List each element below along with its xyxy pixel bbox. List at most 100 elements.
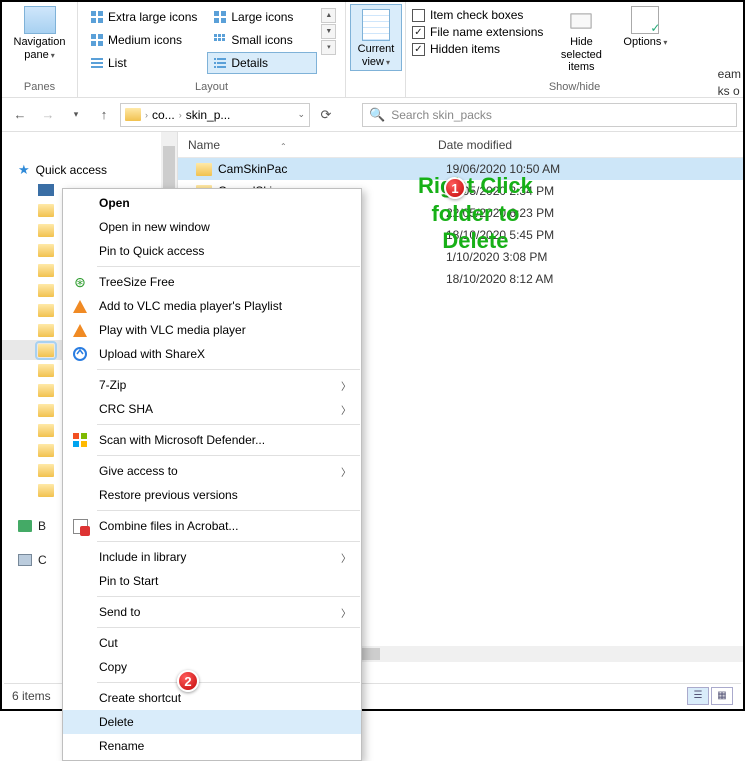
folder-icon: [38, 464, 54, 477]
refresh-button[interactable]: ⟳: [314, 103, 338, 127]
navigation-pane-button[interactable]: Navigation pane: [10, 6, 70, 61]
context-menu-separator: [97, 266, 360, 267]
chevron-down-icon[interactable]: ⌄: [297, 109, 305, 120]
layout-scroll-down[interactable]: ▼: [321, 24, 336, 39]
folder-icon: [38, 344, 54, 357]
background-text: eam ks o: [718, 66, 741, 100]
context-menu-item[interactable]: Rename: [63, 734, 361, 758]
view-details-toggle[interactable]: ☰: [687, 687, 709, 705]
layout-expand[interactable]: ▾: [321, 40, 336, 55]
layout-scroll-up[interactable]: ▲: [321, 8, 336, 23]
context-menu-item[interactable]: Upload with ShareX: [63, 342, 361, 366]
chevron-right-icon: 〉: [341, 464, 351, 479]
context-menu: OpenOpen in new windowPin to Quick acces…: [62, 188, 362, 761]
context-menu-item[interactable]: Play with VLC media player: [63, 318, 361, 342]
context-menu-item[interactable]: ⊛TreeSize Free: [63, 270, 361, 294]
context-menu-item[interactable]: Create shortcut: [63, 686, 361, 710]
ribbon-group-panes: Navigation pane Panes: [2, 2, 78, 97]
folder-icon: [38, 324, 54, 337]
folder-icon: [38, 284, 54, 297]
grid-icon: [90, 10, 104, 24]
check-hidden-items[interactable]: ✓Hidden items: [412, 42, 543, 56]
check-item-checkboxes[interactable]: Item check boxes: [412, 8, 543, 22]
folder-icon: [196, 163, 212, 176]
column-date-modified[interactable]: Date modified: [438, 138, 512, 152]
grid-icon: [90, 33, 104, 47]
ribbon: Navigation pane Panes Extra large icons …: [2, 2, 743, 98]
context-menu-item[interactable]: Cut: [63, 631, 361, 655]
column-name[interactable]: Name⌃: [188, 138, 438, 152]
context-menu-separator: [97, 510, 360, 511]
context-menu-item[interactable]: Delete: [63, 710, 361, 734]
back-button[interactable]: ←: [8, 103, 32, 127]
context-menu-item[interactable]: Pin to Start: [63, 569, 361, 593]
address-bar[interactable]: › co... › skin_p... ⌄: [120, 103, 310, 127]
context-menu-separator: [97, 627, 360, 628]
layout-details[interactable]: Details: [207, 52, 317, 74]
chevron-right-icon: 〉: [341, 605, 351, 620]
acrobat-icon: [71, 517, 89, 535]
vlc-icon: [71, 321, 89, 339]
address-bar-row: ← → ▾ ↑ › co... › skin_p... ⌄ ⟳ 🔍 Search…: [2, 98, 743, 132]
current-view-button[interactable]: Current view: [350, 4, 402, 71]
view-thumbnails-toggle[interactable]: ▦: [711, 687, 733, 705]
ribbon-group-current-view: Current view: [346, 2, 406, 97]
context-menu-separator: [97, 369, 360, 370]
vlc-icon: [71, 297, 89, 315]
folder-icon: [38, 444, 54, 457]
forward-button[interactable]: →: [36, 103, 60, 127]
search-input[interactable]: 🔍 Search skin_packs: [362, 103, 737, 127]
ribbon-group-layout: Extra large icons Medium icons List Larg…: [78, 2, 346, 97]
folder-icon: [38, 424, 54, 437]
defender-icon: [71, 431, 89, 449]
checkbox-checked-icon: ✓: [412, 43, 425, 56]
recent-locations-button[interactable]: ▾: [64, 103, 88, 127]
context-menu-item[interactable]: 7-Zip〉: [63, 373, 361, 397]
folder-icon: [38, 224, 54, 237]
context-menu-item[interactable]: Send to〉: [63, 600, 361, 624]
checkbox-checked-icon: ✓: [412, 26, 425, 39]
context-menu-separator: [97, 424, 360, 425]
context-menu-item[interactable]: Give access to〉: [63, 459, 361, 483]
layout-small-icons[interactable]: Small icons: [207, 29, 317, 51]
context-menu-item[interactable]: Scan with Microsoft Defender...: [63, 428, 361, 452]
context-menu-separator: [97, 682, 360, 683]
context-menu-separator: [97, 596, 360, 597]
context-menu-item[interactable]: Open: [63, 191, 361, 215]
current-view-icon: [362, 9, 390, 41]
drive-icon: [18, 554, 32, 566]
context-menu-separator: [97, 541, 360, 542]
drive-icon: [18, 520, 32, 532]
context-menu-item[interactable]: Add to VLC media player's Playlist: [63, 294, 361, 318]
sort-asc-icon: ⌃: [280, 142, 287, 151]
details-icon: [213, 56, 227, 70]
context-menu-item[interactable]: Copy: [63, 655, 361, 679]
hide-selected-button[interactable]: Hide selected items: [551, 6, 611, 74]
layout-medium-icons[interactable]: Medium icons: [84, 29, 203, 51]
context-menu-item[interactable]: Pin to Quick access: [63, 239, 361, 263]
navigation-pane-icon: [24, 6, 56, 34]
layout-list[interactable]: List: [84, 52, 203, 74]
folder-icon: [38, 244, 54, 257]
layout-extra-large-icons[interactable]: Extra large icons: [84, 6, 203, 28]
folder-icon: [38, 264, 54, 277]
options-button[interactable]: Options: [619, 6, 671, 48]
context-menu-item[interactable]: Combine files in Acrobat...: [63, 514, 361, 538]
search-icon: 🔍: [369, 107, 385, 123]
layout-large-icons[interactable]: Large icons: [207, 6, 317, 28]
sidebar-quick-access[interactable]: ★Quick access: [2, 160, 177, 180]
status-item-count: 6 items: [12, 689, 51, 703]
context-menu-item[interactable]: Include in library〉: [63, 545, 361, 569]
column-headers: Name⌃ Date modified: [178, 132, 743, 158]
grid-icon: [213, 10, 227, 24]
file-row[interactable]: CamSkinPac19/06/2020 10:50 AM: [178, 158, 743, 180]
check-file-extensions[interactable]: ✓File name extensions: [412, 25, 543, 39]
treesize-icon: ⊛: [71, 273, 89, 291]
context-menu-item[interactable]: CRC SHA〉: [63, 397, 361, 421]
folder-icon: [38, 304, 54, 317]
folder-icon: [38, 204, 54, 217]
context-menu-item[interactable]: Open in new window: [63, 215, 361, 239]
up-button[interactable]: ↑: [92, 103, 116, 127]
context-menu-item[interactable]: Restore previous versions: [63, 483, 361, 507]
folder-icon: [38, 384, 54, 397]
